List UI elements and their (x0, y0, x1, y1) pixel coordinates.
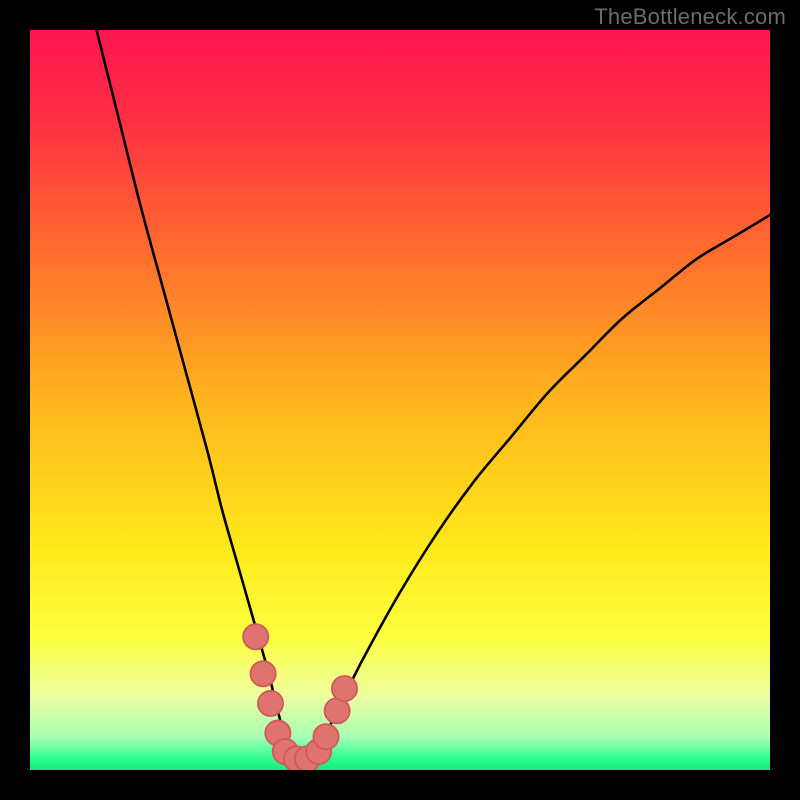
curve-marker (243, 624, 268, 649)
chart-frame: TheBottleneck.com (0, 0, 800, 800)
bottleneck-curve-layer (30, 30, 770, 770)
curve-marker (258, 691, 283, 716)
curve-marker (313, 724, 338, 749)
curve-marker (332, 676, 357, 701)
curve-marker (251, 661, 276, 686)
bottleneck-curve (97, 30, 770, 764)
curve-markers (243, 624, 357, 770)
watermark-text: TheBottleneck.com (594, 4, 786, 30)
plot-area (30, 30, 770, 770)
